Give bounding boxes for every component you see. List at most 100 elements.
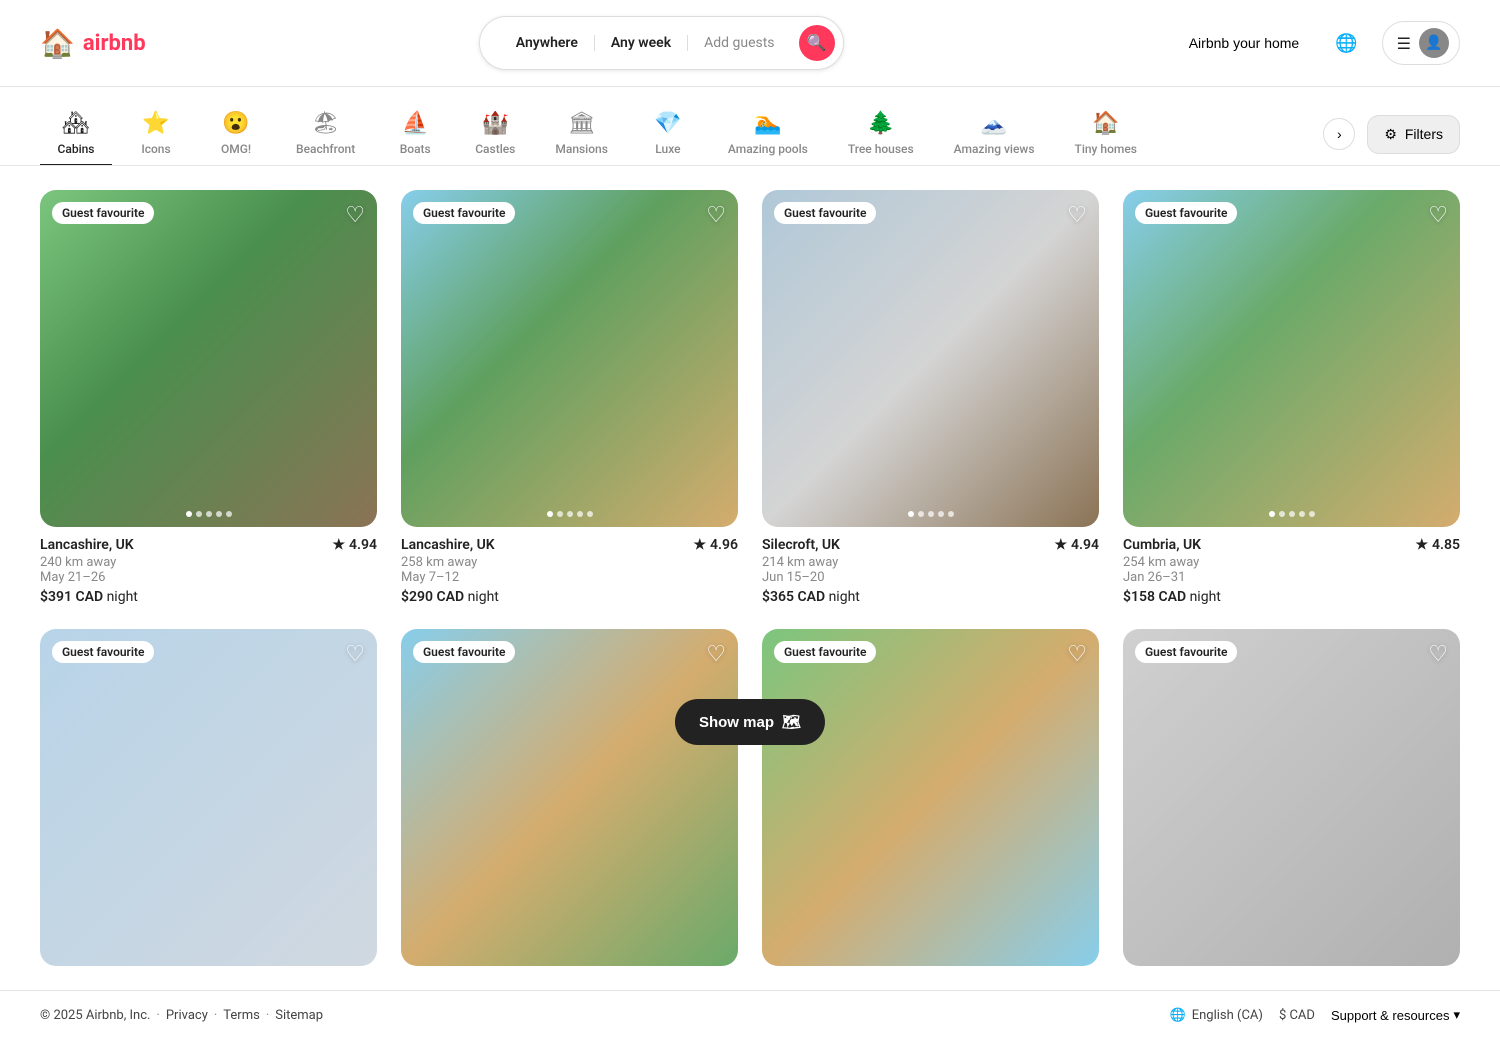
category-items: 🏘 Cabins ⭐ Icons 😮 OMG! 🏖 Beachfront ⛵ B… <box>40 103 1323 165</box>
footer-currency-label: $ CAD <box>1279 1008 1315 1023</box>
footer-support-label: Support & resources <box>1331 1008 1450 1023</box>
category-item-tree-houses[interactable]: 🌲 Tree houses <box>832 103 930 165</box>
dot-1 <box>196 511 202 517</box>
logo-text: airbnb <box>83 31 146 56</box>
category-item-amazing-views[interactable]: 🗻 Amazing views <box>938 103 1051 165</box>
listing-card-2[interactable]: Guest favourite ♡ Lancashire, UK ★ 4.96 … <box>401 190 738 605</box>
footer-support-button[interactable]: Support & resources ▾ <box>1331 1007 1460 1023</box>
main-content: Guest favourite ♡ Lancashire, UK ★ 4.94 … <box>0 166 1500 990</box>
listing-placeholder-5 <box>40 629 377 966</box>
category-item-omg[interactable]: 😮 OMG! <box>200 103 272 165</box>
user-menu[interactable]: ☰ 👤 <box>1382 21 1460 65</box>
wishlist-button-7[interactable]: ♡ <box>1067 641 1087 667</box>
search-add-guests[interactable]: Add guests <box>688 35 790 51</box>
footer-sep-2: · <box>214 1008 217 1023</box>
category-item-tiny-homes[interactable]: 🏠 Tiny homes <box>1059 103 1153 165</box>
airbnb-logo-icon: 🏠 <box>40 27 75 60</box>
search-button[interactable]: 🔍 <box>799 25 835 61</box>
filters-button[interactable]: ⚙ Filters <box>1367 115 1460 154</box>
footer-copyright: © 2025 Airbnb, Inc. <box>40 1008 150 1023</box>
category-label-amazing-pools: Amazing pools <box>728 142 808 156</box>
footer-language[interactable]: 🌐 English (CA) <box>1170 1008 1263 1023</box>
listing-card-3[interactable]: Guest favourite ♡ Silecroft, UK ★ 4.94 2… <box>762 190 1099 605</box>
listing-rating-2: ★ 4.96 <box>693 537 738 553</box>
language-globe-button[interactable]: 🌐 <box>1327 25 1365 62</box>
listing-rating-3: ★ 4.94 <box>1054 537 1099 553</box>
wishlist-button-2[interactable]: ♡ <box>706 202 726 228</box>
footer: © 2025 Airbnb, Inc. · Privacy · Terms · … <box>0 990 1500 1039</box>
wishlist-button-1[interactable]: ♡ <box>345 202 365 228</box>
listing-card-5[interactable]: Guest favourite ♡ <box>40 629 377 966</box>
listing-rating-1: ★ 4.94 <box>332 537 377 553</box>
listing-dates-1: May 21–26 <box>40 570 377 585</box>
map-icon: 🗺 <box>782 713 801 731</box>
header-right: Airbnb your home 🌐 ☰ 👤 <box>1177 21 1460 65</box>
category-item-luxe[interactable]: 💎 Luxe <box>632 103 704 165</box>
listing-placeholder-2 <box>401 190 738 527</box>
category-item-beachfront[interactable]: 🏖 Beachfront <box>280 103 371 165</box>
listing-price-2: $290 CAD night <box>401 589 738 605</box>
footer-right: 🌐 English (CA) $ CAD Support & resources… <box>1170 1007 1460 1023</box>
listing-card-1[interactable]: Guest favourite ♡ Lancashire, UK ★ 4.94 … <box>40 190 377 605</box>
listing-card-7[interactable]: Guest favourite ♡ <box>762 629 1099 966</box>
listing-card-6[interactable]: Guest favourite ♡ <box>401 629 738 966</box>
listing-card-4[interactable]: Guest favourite ♡ Cumbria, UK ★ 4.85 254… <box>1123 190 1460 605</box>
star-icon: ★ <box>1415 537 1428 553</box>
category-item-cabins[interactable]: 🏘 Cabins <box>40 103 112 165</box>
listing-image-6: Guest favourite ♡ <box>401 629 738 966</box>
listing-dates-2: May 7–12 <box>401 570 738 585</box>
category-item-castles[interactable]: 🏰 Castles <box>459 103 531 165</box>
guest-fav-badge-8: Guest favourite <box>1135 641 1237 663</box>
wishlist-button-4[interactable]: ♡ <box>1428 202 1448 228</box>
wishlist-button-5[interactable]: ♡ <box>345 641 365 667</box>
dot-indicators <box>1269 511 1315 517</box>
listing-title-row: Silecroft, UK ★ 4.94 <box>762 537 1099 553</box>
category-item-mansions[interactable]: 🏛 Mansions <box>539 103 624 165</box>
search-anywhere[interactable]: Anywhere <box>500 35 595 51</box>
dot-3 <box>1299 511 1305 517</box>
category-icon-cabins: 🏘 <box>62 111 90 136</box>
hamburger-icon: ☰ <box>1397 34 1411 53</box>
category-item-icons[interactable]: ⭐ Icons <box>120 103 192 165</box>
listing-title-row: Lancashire, UK ★ 4.94 <box>40 537 377 553</box>
category-icon-beachfront: 🏖 <box>312 111 340 136</box>
category-icon-icons: ⭐ <box>142 111 169 136</box>
dot-0 <box>1269 511 1275 517</box>
footer-sep-3: · <box>266 1008 269 1023</box>
listing-location-3: Silecroft, UK <box>762 537 840 553</box>
category-icon-boats: ⛵ <box>402 111 429 136</box>
guest-fav-badge-1: Guest favourite <box>52 202 154 224</box>
category-nav: 🏘 Cabins ⭐ Icons 😮 OMG! 🏖 Beachfront ⛵ B… <box>0 87 1500 166</box>
footer-sitemap-link[interactable]: Sitemap <box>275 1008 323 1023</box>
dot-0 <box>908 511 914 517</box>
listing-image-1: Guest favourite ♡ <box>40 190 377 527</box>
listing-card-8[interactable]: Guest favourite ♡ <box>1123 629 1460 966</box>
wishlist-button-3[interactable]: ♡ <box>1067 202 1087 228</box>
footer-terms-link[interactable]: Terms <box>223 1008 260 1023</box>
footer-currency[interactable]: $ CAD <box>1279 1008 1315 1023</box>
dot-indicators <box>186 511 232 517</box>
star-icon: ★ <box>332 537 345 553</box>
search-any-week[interactable]: Any week <box>595 35 688 51</box>
globe-icon-footer: 🌐 <box>1170 1008 1186 1023</box>
listing-dates-3: Jun 15–20 <box>762 570 1099 585</box>
dot-4 <box>226 511 232 517</box>
airbnb-your-home-button[interactable]: Airbnb your home <box>1177 27 1312 59</box>
footer-privacy-link[interactable]: Privacy <box>166 1008 208 1023</box>
category-label-tree-houses: Tree houses <box>848 142 914 156</box>
category-item-amazing-pools[interactable]: 🏊 Amazing pools <box>712 103 824 165</box>
wishlist-button-6[interactable]: ♡ <box>706 641 726 667</box>
listing-info-3: Silecroft, UK ★ 4.94 214 km away Jun 15–… <box>762 527 1099 605</box>
listing-price-3: $365 CAD night <box>762 589 1099 605</box>
wishlist-button-8[interactable]: ♡ <box>1428 641 1448 667</box>
guest-fav-badge-6: Guest favourite <box>413 641 515 663</box>
logo[interactable]: 🏠 airbnb <box>40 27 146 60</box>
category-label-castles: Castles <box>475 142 515 156</box>
listing-image-4: Guest favourite ♡ <box>1123 190 1460 527</box>
category-icon-mansions: 🏛 <box>568 111 596 136</box>
nav-arrow-right[interactable]: › <box>1323 118 1355 150</box>
category-label-beachfront: Beachfront <box>296 142 355 156</box>
show-map-button[interactable]: Show map 🗺 <box>675 699 825 745</box>
show-map-label: Show map <box>699 714 774 731</box>
category-item-boats[interactable]: ⛵ Boats <box>379 103 451 165</box>
